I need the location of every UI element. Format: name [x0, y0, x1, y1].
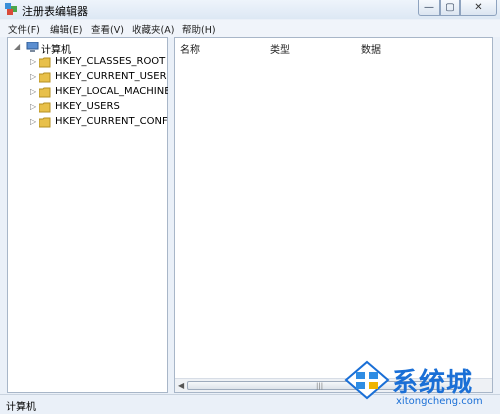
maximize-button[interactable]: ▢: [440, 0, 460, 16]
tree-item-hkcu[interactable]: ▷ HKEY_CURRENT_USER: [8, 70, 167, 85]
regedit-window: 注册表编辑器 — ▢ ✕ 文件(F) 编辑(E) 查看(V) 收藏夹(A) 帮助…: [0, 0, 500, 414]
expand-icon[interactable]: ▷: [30, 73, 38, 81]
maximize-icon: ▢: [445, 2, 455, 13]
menu-view[interactable]: 查看(V): [91, 22, 124, 36]
watermark-text-cn: 系统城: [392, 368, 474, 398]
registry-tree[interactable]: ◢ 计算机 ▷ HKEY_CLASSES_ROOT ▷ HKEY_CURRENT…: [7, 37, 178, 393]
tree-item-label: HKEY_LOCAL_MACHINE: [55, 86, 171, 97]
title-bar[interactable]: 注册表编辑器 — ▢ ✕: [0, 0, 500, 19]
scroll-left-icon[interactable]: ◀: [178, 381, 184, 390]
watermark: 系统城 xitongcheng.com: [344, 360, 500, 414]
expand-icon[interactable]: ▷: [30, 88, 38, 96]
watermark-text-en: xitongcheng.com: [396, 396, 483, 407]
tree-item-hkcc[interactable]: ▷ HKEY_CURRENT_CONFIG: [8, 115, 178, 130]
column-header-type[interactable]: 类型: [270, 41, 290, 56]
watermark-logo-icon: [344, 360, 390, 400]
column-header-name[interactable]: 名称: [180, 41, 200, 56]
tree-item-label: HKEY_CLASSES_ROOT: [55, 56, 166, 67]
close-icon: ✕: [474, 2, 483, 13]
minimize-icon: —: [424, 2, 434, 13]
close-button[interactable]: ✕: [460, 0, 497, 16]
tree-root-label: 计算机: [41, 45, 71, 56]
menu-file[interactable]: 文件(F): [8, 22, 40, 36]
menu-favorites[interactable]: 收藏夹(A): [132, 22, 174, 36]
computer-icon: [26, 42, 39, 52]
tree-item-hklm[interactable]: ▷ HKEY_LOCAL_MACHINE: [8, 85, 171, 100]
menu-help[interactable]: 帮助(H): [182, 22, 216, 36]
folder-icon: [39, 117, 51, 128]
column-header-data[interactable]: 数据: [361, 41, 381, 56]
tree-item-label: HKEY_CURRENT_USER: [55, 71, 167, 82]
expand-icon[interactable]: ▷: [30, 58, 38, 66]
regedit-app-icon: [5, 3, 17, 15]
tree-item-computer[interactable]: ◢ 计算机: [8, 40, 166, 56]
folder-icon: [39, 72, 51, 83]
collapse-icon[interactable]: ◢: [14, 43, 22, 51]
tree-item-label: HKEY_CURRENT_CONFIG: [55, 116, 179, 127]
tree-item-label: HKEY_USERS: [55, 101, 120, 112]
folder-icon: [39, 102, 51, 113]
folder-icon: [39, 57, 51, 68]
tree-item-hkcr[interactable]: ▷ HKEY_CLASSES_ROOT: [8, 55, 166, 70]
values-list[interactable]: 名称 类型 数据 ◀ |||: [174, 37, 493, 393]
window-title: 注册表编辑器: [22, 5, 88, 18]
grip-icon: |||: [316, 382, 324, 390]
tree-item-hku[interactable]: ▷ HKEY_USERS: [8, 100, 166, 115]
expand-icon[interactable]: ▷: [30, 103, 38, 111]
expand-icon[interactable]: ▷: [30, 118, 38, 126]
menu-bar: 文件(F) 编辑(E) 查看(V) 收藏夹(A) 帮助(H): [0, 20, 500, 37]
menu-edit[interactable]: 编辑(E): [50, 22, 82, 36]
folder-icon: [39, 87, 51, 98]
status-path: 计算机: [6, 402, 36, 413]
minimize-button[interactable]: —: [418, 0, 440, 16]
